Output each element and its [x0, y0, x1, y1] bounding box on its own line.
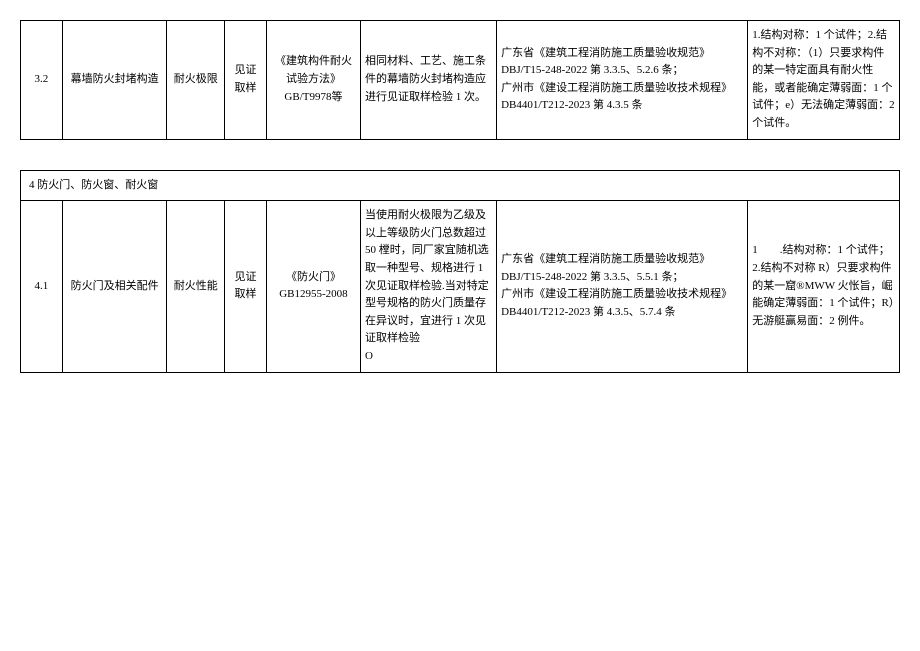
cell-sampling-req: 当使用耐火极限为乙级及以上等级防火门总数超过50 樘时，同厂家宜随机选取一种型号…: [361, 201, 497, 372]
cell-basis: 广东省《建筑工程消防施工质量验收规范》DBJ/T15-248-2022 第 3.…: [497, 201, 748, 372]
section-title: 4 防火门、防火窗、耐火窗: [21, 170, 900, 201]
specification-table-2: 4 防火门、防火窗、耐火窗 4.1 防火门及相关配件 耐火性能 见证取样 《防火…: [20, 170, 900, 373]
cell-property: 耐火性能: [167, 201, 225, 372]
cell-standard: 《防火门》GB12955-2008: [266, 201, 360, 372]
cell-number: 3.2: [21, 21, 63, 140]
table-row: 4.1 防火门及相关配件 耐火性能 见证取样 《防火门》GB12955-2008…: [21, 201, 900, 372]
cell-item-name: 幕墙防火封堵构造: [62, 21, 167, 140]
section-header-row: 4 防火门、防火窗、耐火窗: [21, 170, 900, 201]
cell-item-name: 防火门及相关配件: [62, 201, 167, 372]
cell-sampling-req: 相同材料、工艺、施工条件的幕墙防火封堵构造应进行见证取样检验 1 次。: [361, 21, 497, 140]
cell-method: 见证取样: [225, 201, 267, 372]
cell-basis: 广东省《建筑工程消防施工质量验收规范》DBJ/T15-248-2022 第 3.…: [497, 21, 748, 140]
cell-note: 1.结构对称：1 个试件；2.结构不对称：（1）只要求构件的某一特定面具有耐火性…: [748, 21, 900, 140]
cell-note: 1 .结构对称：1 个试件； 2.结构不对称 R）只要求构件的某一窟®MWW 火…: [748, 201, 900, 372]
cell-method: 见证取样: [225, 21, 267, 140]
specification-table-1: 3.2 幕墙防火封堵构造 耐火极限 见证取样 《建筑构件耐火试验方法》GB/T9…: [20, 20, 900, 140]
cell-property: 耐火极限: [167, 21, 225, 140]
cell-standard: 《建筑构件耐火试验方法》GB/T9978等: [266, 21, 360, 140]
table-row: 3.2 幕墙防火封堵构造 耐火极限 见证取样 《建筑构件耐火试验方法》GB/T9…: [21, 21, 900, 140]
cell-number: 4.1: [21, 201, 63, 372]
